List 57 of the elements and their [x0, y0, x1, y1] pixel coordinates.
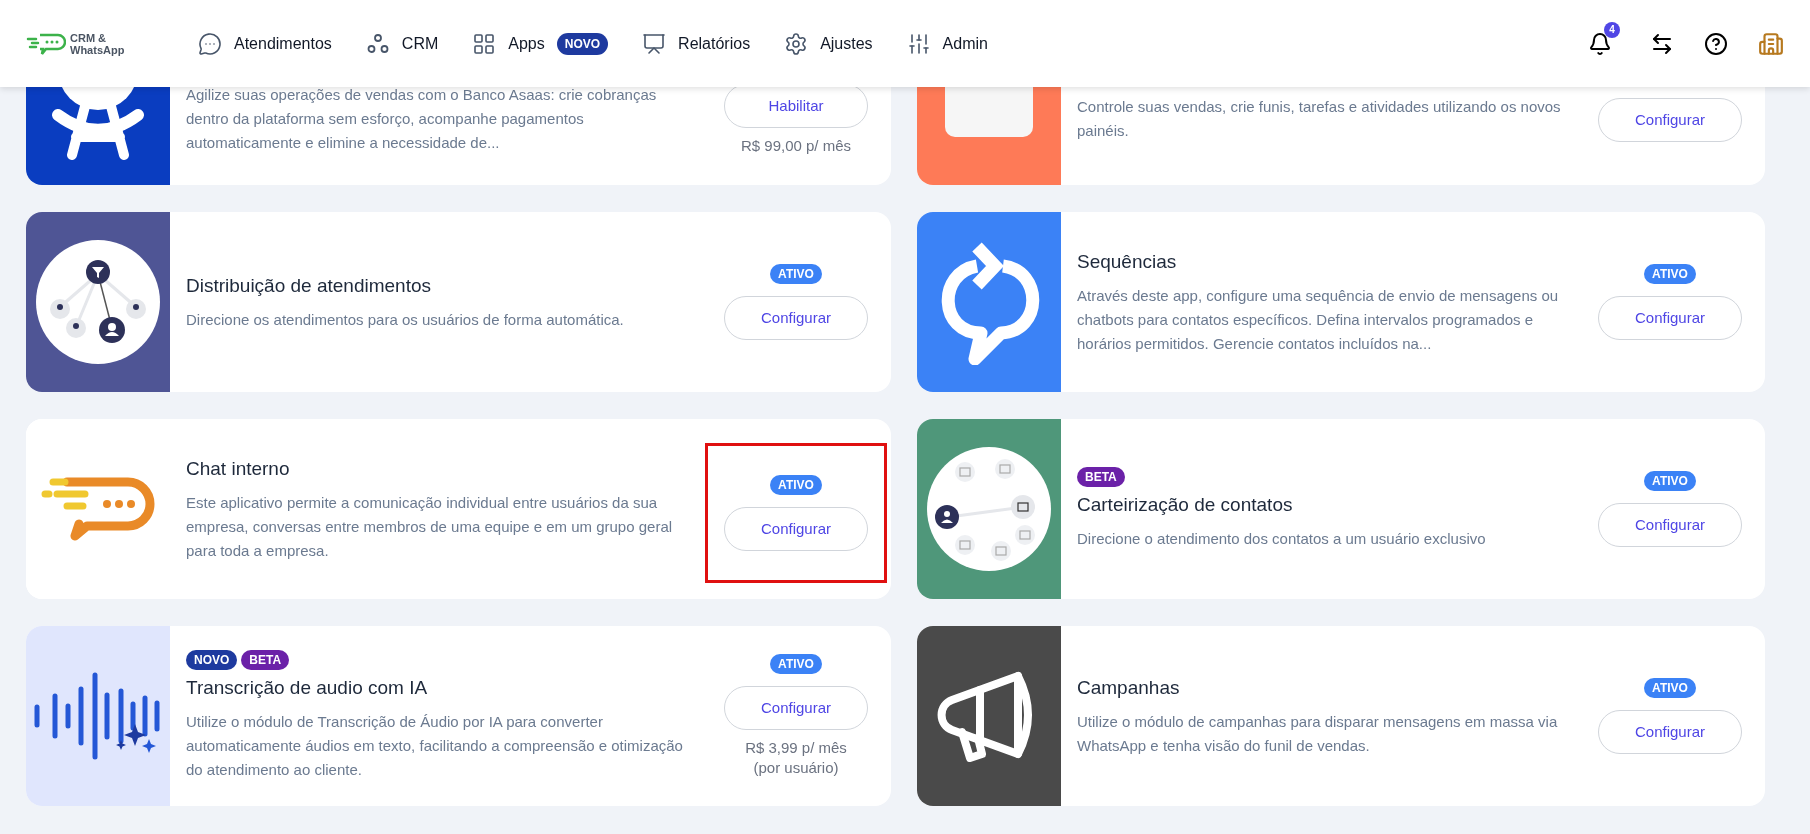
chat-bubble-icon [198, 31, 222, 56]
nav-link[interactable]: Ajustes [820, 31, 873, 56]
logo-text: CRM & [70, 31, 108, 44]
circles-icon [365, 31, 390, 56]
configure-button[interactable]: Configurar [1598, 98, 1742, 142]
sound-wave-icon [33, 672, 163, 760]
settings-icon [784, 31, 809, 56]
bell-icon [1588, 31, 1612, 56]
configure-button[interactable]: Configurar [724, 686, 868, 730]
app-title: Chat interno [186, 456, 291, 481]
app-description: Utilize o módulo de campanhas para disparar mensagens em massa via WhatsApp e tenha visão do funil de vendas. [1077, 712, 1559, 757]
chart-board-icon [642, 31, 667, 56]
nav-link[interactable]: CRM [401, 31, 439, 56]
nav-link[interactable]: Admin [942, 31, 988, 56]
configure-button[interactable]: Configurar [724, 296, 868, 340]
tag-badge: BETA [241, 649, 290, 670]
building-icon[interactable] [1758, 30, 1784, 57]
price-text: R$ 99,00 p/ mês [740, 136, 852, 156]
notification-count: 4 [1604, 21, 1620, 38]
app-title: Sequências [1077, 249, 1178, 274]
nav-link[interactable]: Apps [508, 31, 545, 56]
help-icon[interactable] [1704, 31, 1728, 56]
status-badge: ATIVO [1644, 471, 1696, 491]
configure-button[interactable]: Habilitar [724, 84, 868, 128]
tag-badge: BETA [1077, 466, 1125, 487]
app-description: Utilize o módulo de Transcrição de Áudio por IA para converter automaticamente áudios em texto, facilitando a compreensão e otimização do atendimento ao cliente. [186, 712, 684, 781]
status-badge: ATIVO [770, 264, 822, 284]
new-badge: NOVO [556, 32, 609, 55]
configure-button[interactable]: Configurar [1598, 710, 1742, 754]
app-title: Distribuição de atendimentos [186, 273, 433, 298]
configure-button[interactable]: Configurar [1598, 503, 1742, 547]
swap-arrows-icon[interactable] [1650, 31, 1674, 56]
app-description: Direcione o atendimento dos contatos a um usuário exclusivo [1077, 529, 1487, 550]
app-title: Transcrição de audio com IA [186, 675, 429, 700]
sliders-icon [906, 31, 931, 56]
status-badge: ATIVO [770, 475, 822, 495]
price-text: (por usuário) [753, 758, 839, 778]
app-description: Este aplicativo permite a comunicação individual entre usuários da sua empresa, conversas entre membros de uma equipe e em um grupo geral para toda a empresa. [186, 493, 674, 562]
app-title: Campanhas [1077, 675, 1181, 700]
nav-link[interactable]: Atendimentos [234, 31, 332, 56]
configure-button[interactable]: Configurar [1598, 296, 1742, 340]
app-description: Agilize suas operações de vendas com o Banco Asaas: crie cobranças dentro da plataforma sem esforço, acompanhe pagamentos automaticamente e elimine a necessidade de... [186, 85, 658, 153]
grid-icon [472, 31, 497, 56]
app-title: Carteirização de contatos [1077, 492, 1294, 517]
tag-badge: NOVO [186, 649, 238, 670]
nav-link[interactable]: Relatórios [678, 31, 751, 56]
chat-bubble-icon [39, 476, 157, 542]
status-badge: ATIVO [770, 654, 822, 674]
logo-text: WhatsApp [70, 43, 125, 56]
status-badge: ATIVO [1644, 264, 1696, 284]
app-description: Através deste app, configure uma sequência de envio de mensagens ou chatbots para contatos específicos. Defina intervalos programados e horários permitidos. Gerencie contatos incluídos na... [1077, 286, 1560, 355]
notifications-button[interactable]: 4 [1588, 21, 1620, 56]
status-badge: ATIVO [1644, 678, 1696, 698]
app-description: Controle suas vendas, crie funis, tarefas e atividades utilizando os novos painéis. [1077, 97, 1562, 141]
app-description: Direcione os atendimentos para os usuários de forma automática. [186, 310, 625, 331]
price-text: R$ 3,99 p/ mês [745, 738, 847, 758]
configure-button[interactable]: Configurar [724, 507, 868, 551]
